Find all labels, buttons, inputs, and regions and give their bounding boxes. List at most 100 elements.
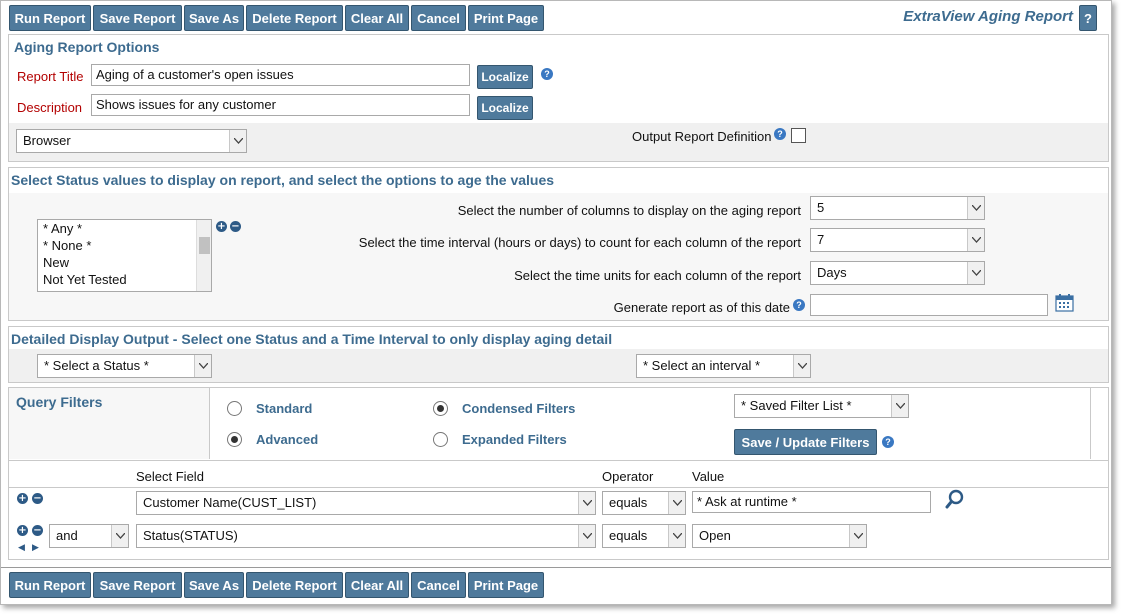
chevron-down-icon	[578, 525, 595, 547]
run-report-button[interactable]: Run Report	[9, 572, 91, 598]
help-icon[interactable]: ?	[793, 299, 805, 311]
status-options-panel: Select Status values to display on repor…	[8, 167, 1109, 321]
plus-icon[interactable]: +	[17, 493, 28, 504]
interval-label: Select the time interval (hours or days)…	[358, 235, 801, 250]
localize-description-button[interactable]: Localize	[477, 96, 533, 120]
run-report-button[interactable]: Run Report	[9, 5, 91, 31]
filter-conjunction-value: and	[56, 528, 78, 543]
minus-icon[interactable]: −	[32, 525, 43, 536]
columns-value: 5	[817, 200, 825, 215]
detail-interval-value: * Select an interval *	[643, 358, 761, 373]
detail-interval-select[interactable]: * Select an interval *	[636, 354, 811, 378]
columns-select[interactable]: 5	[810, 196, 985, 220]
arrow-left-icon[interactable]: ◀	[18, 542, 25, 553]
condensed-filters-radio[interactable]	[433, 401, 448, 416]
list-item[interactable]: Not Yet Tested	[38, 271, 211, 288]
report-window: Run Report Save Report Save As Delete Re…	[0, 0, 1112, 605]
operator-column-header: Operator	[602, 469, 654, 484]
units-value: Days	[817, 265, 847, 280]
divider	[9, 460, 1108, 461]
list-item[interactable]: * Any *	[38, 220, 211, 237]
output-format-select[interactable]: Browser	[16, 129, 247, 153]
section-title: Query Filters	[16, 394, 103, 410]
columns-label: Select the number of columns to display …	[457, 203, 801, 218]
list-item[interactable]: New	[38, 254, 211, 271]
list-item[interactable]: * None *	[38, 237, 211, 254]
divider	[1, 567, 1111, 568]
save-as-button[interactable]: Save As	[184, 5, 244, 31]
filter-conjunction-select[interactable]: and	[49, 524, 129, 548]
chevron-down-icon	[194, 355, 211, 377]
clear-all-button[interactable]: Clear All	[345, 5, 409, 31]
save-report-button[interactable]: Save Report	[93, 5, 182, 31]
chevron-down-icon	[891, 395, 908, 417]
date-label: Generate report as of this date	[613, 300, 790, 315]
save-as-button[interactable]: Save As	[184, 572, 244, 598]
help-icon[interactable]: ?	[882, 436, 894, 448]
calendar-icon[interactable]	[1055, 294, 1074, 312]
detail-status-select[interactable]: * Select a Status *	[37, 354, 212, 378]
filter-operator-select[interactable]: equals	[602, 491, 686, 515]
status-listbox[interactable]: * Any * * None * New Not Yet Tested	[37, 219, 212, 292]
clear-all-button[interactable]: Clear All	[345, 572, 409, 598]
advanced-radio[interactable]	[227, 432, 242, 447]
plus-icon[interactable]: +	[17, 525, 28, 536]
filter-operator-select[interactable]: equals	[602, 524, 686, 548]
filter-value-input[interactable]: * Ask at runtime *	[692, 491, 931, 513]
units-label: Select the time units for each column of…	[514, 268, 801, 283]
divider	[1090, 388, 1091, 459]
divider	[9, 487, 1108, 488]
section-title: Select Status values to display on repor…	[11, 172, 555, 188]
units-select[interactable]: Days	[810, 261, 985, 285]
condensed-filters-label: Condensed Filters	[462, 401, 576, 416]
date-input[interactable]	[810, 294, 1048, 316]
help-button[interactable]: ?	[1079, 5, 1097, 31]
chevron-down-icon	[229, 130, 246, 152]
scrollbar[interactable]	[196, 220, 211, 291]
description-label: Description	[17, 100, 83, 115]
expanded-filters-radio[interactable]	[433, 432, 448, 447]
output-format-value: Browser	[23, 133, 71, 148]
saved-filter-select[interactable]: * Saved Filter List *	[734, 394, 909, 418]
delete-report-button[interactable]: Delete Report	[246, 5, 343, 31]
filter-field-select[interactable]: Customer Name(CUST_LIST)	[136, 491, 596, 515]
filter-operator-value: equals	[609, 495, 648, 510]
plus-icon[interactable]: +	[216, 221, 227, 232]
filter-operator-value: equals	[609, 528, 648, 543]
output-definition-checkbox[interactable]	[791, 128, 806, 143]
print-page-button[interactable]: Print Page	[468, 5, 544, 31]
chevron-down-icon	[578, 492, 595, 514]
chevron-down-icon	[849, 525, 866, 547]
cancel-button[interactable]: Cancel	[411, 572, 466, 598]
description-input[interactable]: Shows issues for any customer	[91, 94, 470, 116]
print-page-button[interactable]: Print Page	[468, 572, 544, 598]
standard-radio[interactable]	[227, 401, 242, 416]
arrow-right-icon[interactable]: ▶	[32, 542, 39, 553]
chevron-down-icon	[967, 262, 984, 284]
chevron-down-icon	[668, 492, 685, 514]
chevron-down-icon	[793, 355, 810, 377]
standard-label: Standard	[256, 401, 313, 416]
interval-value: 7	[817, 232, 825, 247]
cancel-button[interactable]: Cancel	[411, 5, 466, 31]
field-column-header: Select Field	[136, 469, 204, 484]
save-report-button[interactable]: Save Report	[93, 572, 182, 598]
save-update-filters-button[interactable]: Save / Update Filters	[734, 429, 877, 455]
saved-filter-value: * Saved Filter List *	[741, 398, 852, 413]
delete-report-button[interactable]: Delete Report	[246, 572, 343, 598]
localize-title-button[interactable]: Localize	[477, 65, 533, 89]
page-title: ExtraView Aging Report	[903, 8, 1073, 25]
chevron-down-icon	[967, 229, 984, 251]
filter-field-select[interactable]: Status(STATUS)	[136, 524, 596, 548]
search-icon[interactable]	[945, 489, 965, 509]
help-icon[interactable]: ?	[774, 128, 786, 140]
minus-icon[interactable]: −	[32, 493, 43, 504]
help-icon[interactable]: ?	[541, 68, 553, 80]
filter-field-value: Customer Name(CUST_LIST)	[143, 495, 317, 510]
filter-value-select[interactable]: Open	[692, 524, 867, 548]
report-title-input[interactable]: Aging of a customer's open issues	[91, 64, 470, 86]
minus-icon[interactable]: −	[230, 221, 241, 232]
section-title: Detailed Display Output - Select one Sta…	[11, 331, 613, 347]
interval-select[interactable]: 7	[810, 228, 985, 252]
advanced-label: Advanced	[256, 432, 319, 447]
